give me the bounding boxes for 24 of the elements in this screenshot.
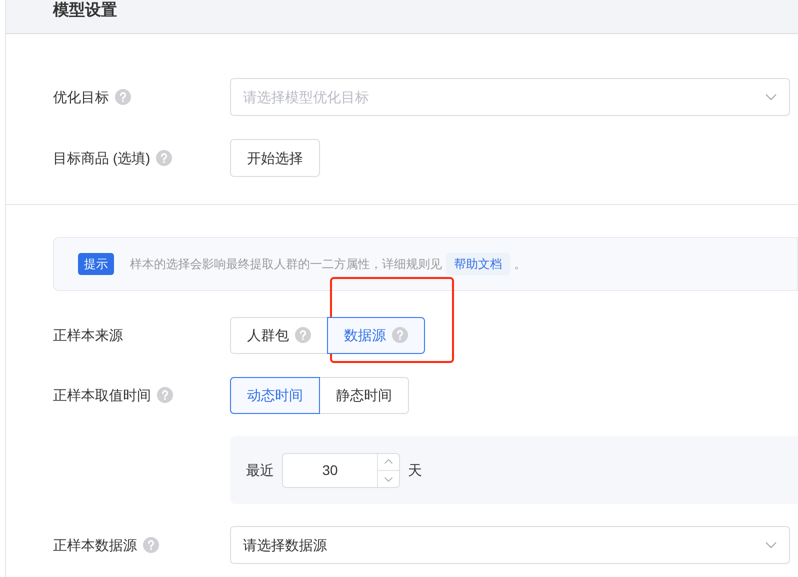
section-title: 模型设置 [53,0,117,21]
select-field[interactable]: 请选择数据源 [230,526,790,564]
segment-option[interactable]: 动态时间 [230,376,320,414]
field-label: 优化目标 [53,88,109,106]
field-label: 正样本取值时间 [53,386,151,404]
number-input[interactable]: 30 [282,452,400,488]
range-unit: 天 [408,460,422,480]
select-placeholder: 请选择模型优化目标 [243,88,369,106]
tip-badge: 提示 [78,253,114,275]
field-label: 目标商品 (选填) [53,148,150,168]
select-placeholder: 请选择数据源 [243,536,327,554]
chevron-down-icon [765,93,777,101]
help-doc-link[interactable]: 帮助文档 [446,253,510,275]
field-label: 正样本来源 [53,326,123,344]
tip-text: 样本的选择会影响最终提取人群的一二方属性，详细规则见 [130,256,442,273]
chevron-down-icon [765,541,777,549]
tip-suffix: 。 [514,256,526,273]
segment-option[interactable]: 人群包 [230,316,328,354]
segment-option[interactable]: 数据源 [327,316,425,354]
range-prefix: 最近 [246,460,274,480]
field-label: 正样本数据源 [53,536,137,554]
start-select-button[interactable]: 开始选择 [230,139,320,177]
segment-option[interactable]: 静态时间 [319,376,409,414]
number-value: 30 [321,460,339,480]
